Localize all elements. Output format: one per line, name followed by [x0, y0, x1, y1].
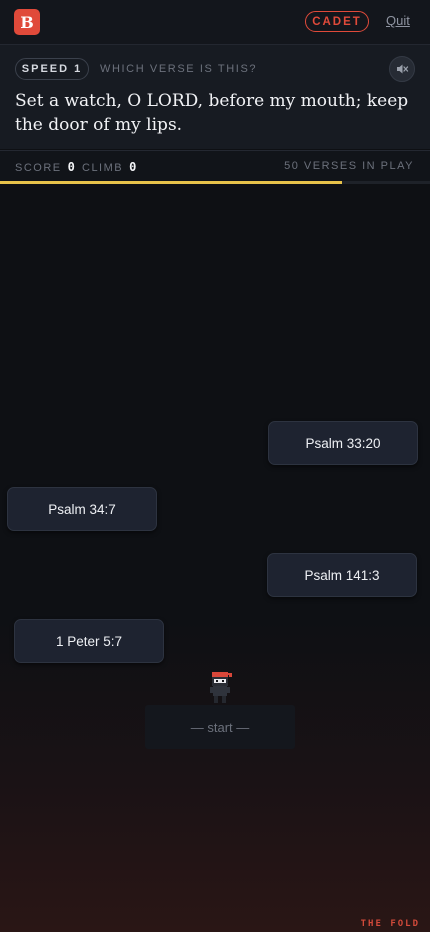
- climb-stat: CLIMB 0: [82, 160, 136, 174]
- rank-badge: CADET: [305, 11, 369, 32]
- question-panel: SPEED 1 WHICH VERSE IS THIS? Set a watch…: [0, 45, 430, 149]
- quit-link[interactable]: Quit: [386, 13, 410, 28]
- app-logo: B: [14, 9, 40, 35]
- sound-toggle-button[interactable]: [389, 56, 415, 82]
- choice-button-1[interactable]: Psalm 33:20: [268, 421, 418, 465]
- score-stat: SCORE 0: [15, 160, 75, 174]
- game-field: Psalm 33:20 Psalm 34:7 Psalm 141:3 1 Pet…: [0, 184, 430, 932]
- brand-label: THE FOLD: [360, 919, 420, 929]
- stats-bar: SCORE 0 CLIMB 0 50 VERSES IN PLAY: [0, 150, 430, 181]
- speaker-muted-icon: [397, 64, 409, 74]
- speed-badge: SPEED 1: [15, 58, 89, 80]
- score-label: SCORE: [15, 162, 62, 174]
- verses-in-play: 50 VERSES IN PLAY: [284, 160, 414, 172]
- question-prompt: WHICH VERSE IS THIS?: [100, 63, 258, 75]
- choice-button-3[interactable]: Psalm 141:3: [267, 553, 417, 597]
- climb-label: CLIMB: [82, 162, 124, 174]
- choice-button-4[interactable]: 1 Peter 5:7: [14, 619, 164, 663]
- score-value: 0: [67, 160, 75, 174]
- verse-text: Set a watch, O LORD, before my mouth; ke…: [15, 91, 409, 135]
- start-platform[interactable]: — start —: [145, 705, 295, 749]
- ninja-character-icon: [210, 672, 232, 703]
- climb-value: 0: [129, 160, 137, 174]
- choice-button-2[interactable]: Psalm 34:7: [7, 487, 157, 531]
- top-bar: B CADET Quit: [0, 0, 430, 45]
